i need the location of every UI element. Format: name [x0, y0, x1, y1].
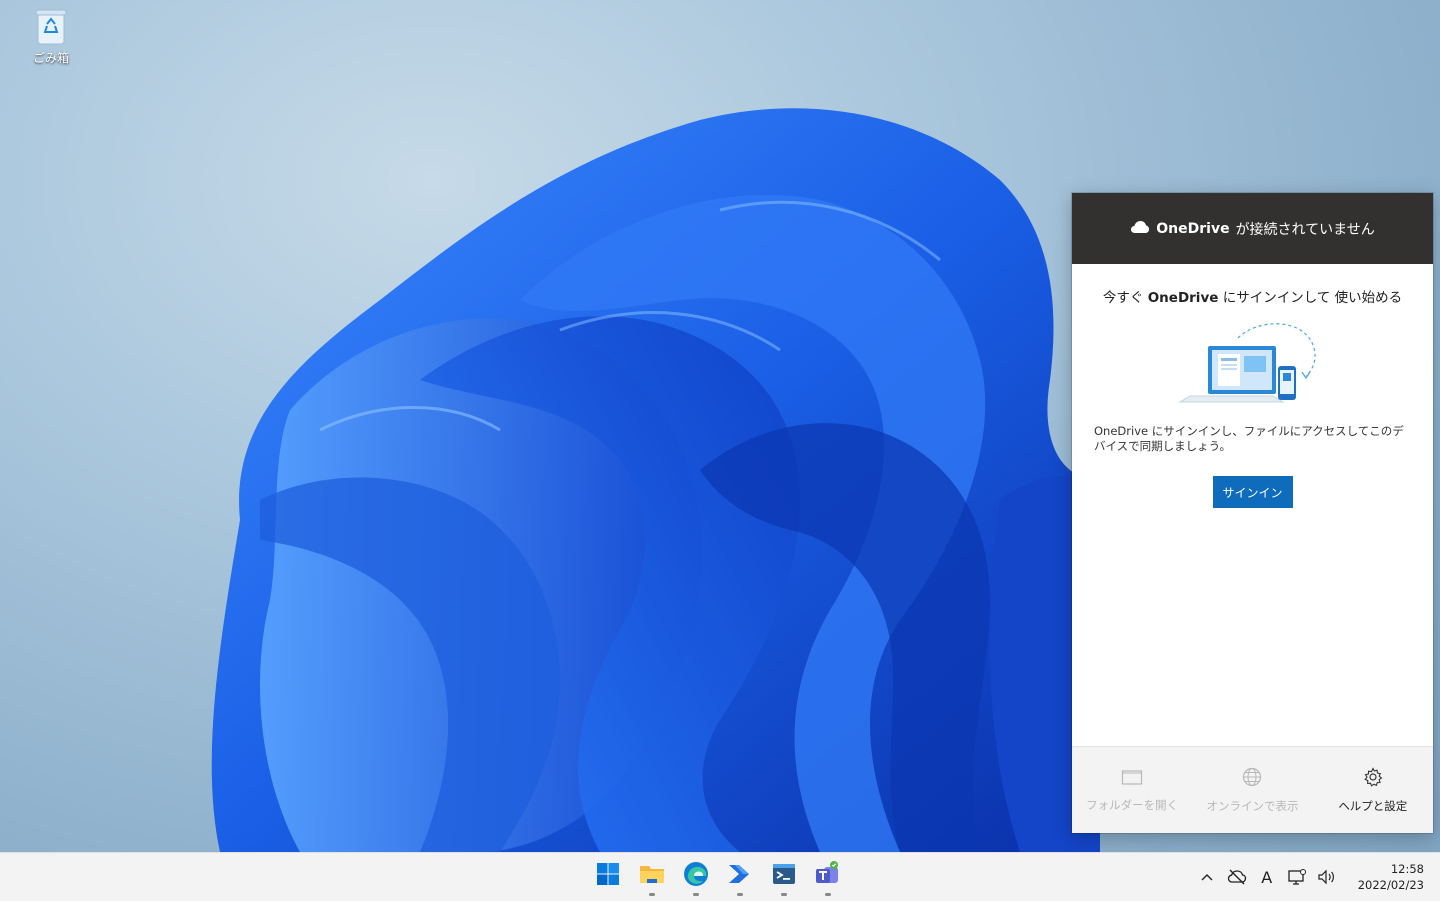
- edge-button[interactable]: [680, 859, 712, 896]
- powershell-button[interactable]: [768, 859, 800, 896]
- start-icon: [596, 862, 620, 890]
- edge-icon: [683, 861, 709, 891]
- clock-date: 2022/02/23: [1357, 878, 1424, 892]
- ime-mode-indicator[interactable]: A: [1256, 866, 1278, 888]
- help-settings-button[interactable]: ヘルプと設定: [1323, 766, 1423, 814]
- help-settings-label: ヘルプと設定: [1338, 798, 1408, 813]
- folder-icon: [1121, 768, 1143, 789]
- running-indicator: [825, 893, 831, 896]
- taskbar: A 12:58 2022/02/23: [0, 852, 1440, 901]
- recycle-bin-label: ごみ箱: [32, 51, 69, 65]
- globe-icon: [1242, 767, 1262, 790]
- open-folder-button[interactable]: フォルダーを開く: [1082, 768, 1182, 813]
- taskbar-apps: [592, 859, 844, 896]
- volume-icon[interactable]: [1316, 866, 1338, 888]
- recycle-bin-shortcut[interactable]: ごみ箱: [22, 8, 80, 78]
- teams-button[interactable]: [812, 859, 844, 896]
- header-brand: OneDrive: [1156, 220, 1230, 237]
- running-indicator: [649, 893, 655, 896]
- onedrive-offline-icon[interactable]: [1226, 866, 1248, 888]
- power-automate-button[interactable]: [724, 859, 756, 896]
- flyout-description: OneDrive にサインインし、ファイルにアクセスしてこのデバイスで同期しまし…: [1094, 424, 1404, 453]
- file-explorer-button[interactable]: [636, 859, 668, 896]
- view-online-label: オンラインで表示: [1206, 798, 1299, 813]
- running-indicator: [737, 893, 743, 896]
- running-indicator: [693, 893, 699, 896]
- network-icon[interactable]: [1286, 866, 1308, 888]
- sync-devices-illustration: [1177, 320, 1328, 412]
- powershell-icon: [771, 862, 797, 890]
- teams-icon: [814, 861, 842, 891]
- power-automate-icon: [727, 863, 753, 889]
- sign-in-button[interactable]: サインイン: [1212, 476, 1293, 508]
- flyout-footer: フォルダーを開く オンラインで表示 ヘルプと設定: [1072, 746, 1433, 833]
- running-indicator: [781, 893, 787, 896]
- view-online-button[interactable]: オンラインで表示: [1202, 767, 1302, 814]
- open-folder-label: フォルダーを開く: [1086, 797, 1179, 812]
- clock-time: 12:58: [1390, 862, 1424, 876]
- flyout-title: 今すぐ OneDrive にサインインして 使い始める: [1094, 286, 1411, 306]
- show-hidden-icons-chevron-icon[interactable]: [1196, 866, 1218, 888]
- header-status-text: が接続されていません: [1235, 221, 1375, 238]
- onedrive-flyout-header: OneDrive が接続されていません: [1072, 193, 1433, 264]
- onedrive-flyout: OneDrive が接続されていません 今すぐ OneDrive にサインインし…: [1072, 193, 1433, 833]
- title-post: にサインインして 使い始める: [1222, 290, 1403, 306]
- title-brand: OneDrive: [1147, 290, 1219, 306]
- recycle-bin-icon: [35, 8, 67, 46]
- cloud-icon: [1130, 220, 1150, 238]
- title-pre: 今すぐ: [1102, 290, 1144, 306]
- system-tray: A 12:58 2022/02/23: [1196, 853, 1426, 901]
- taskbar-clock[interactable]: 12:58 2022/02/23: [1358, 861, 1424, 893]
- file-explorer-icon: [639, 862, 665, 890]
- gear-icon: [1363, 766, 1383, 790]
- start-button[interactable]: [592, 859, 624, 893]
